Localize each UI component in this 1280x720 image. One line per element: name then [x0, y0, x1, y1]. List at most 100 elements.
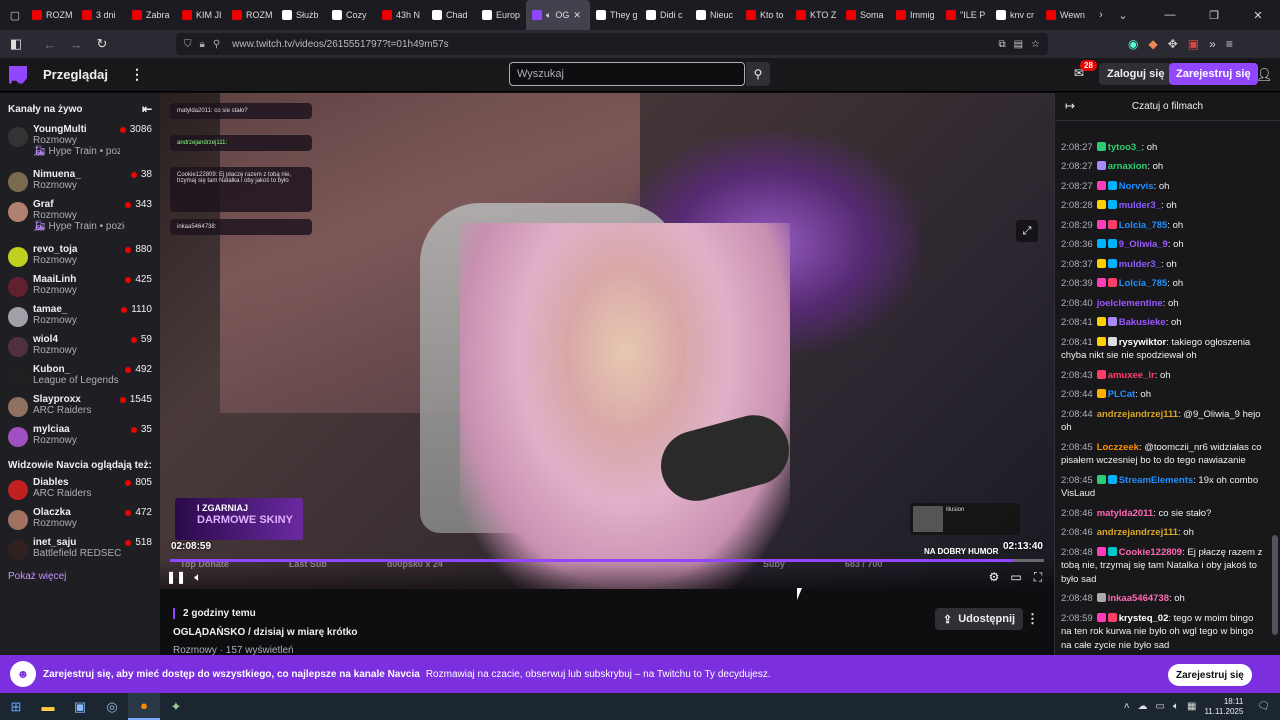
close-window-icon[interactable]: ✕ — [1236, 0, 1280, 30]
expand-chat-icon[interactable]: ↦ — [1065, 99, 1075, 113]
browser-tab[interactable]: 3 dni — [76, 0, 126, 30]
sidebar-channel[interactable]: wiol4 Rozmowy 59 — [0, 332, 160, 362]
chat-username[interactable]: 9_Oliwia_9 — [1119, 239, 1168, 250]
browser-tab[interactable]: "ILE P — [940, 0, 990, 30]
browser-tab[interactable]: Soma — [840, 0, 890, 30]
chat-badge-icon[interactable] — [1096, 389, 1106, 398]
chat-badge-icon[interactable] — [1107, 278, 1117, 287]
video-player[interactable]: matylda2011: co sie stało? andrzejandrze… — [160, 93, 1054, 589]
permissions-icon[interactable]: ⚲ — [213, 39, 220, 50]
minimize-icon[interactable]: — — [1148, 0, 1192, 30]
restore-icon[interactable]: ❐ — [1192, 0, 1236, 30]
address-bar[interactable]: ⛉ 🔒︎ ⚲ www.twitch.tv/videos/2615551797?t… — [176, 33, 1048, 55]
reload-icon[interactable]: ↻ — [90, 32, 114, 56]
chat-badge-icon[interactable] — [1096, 258, 1106, 268]
chat-badge-icon[interactable] — [1107, 612, 1117, 622]
browser-tab[interactable]: Służb — [276, 0, 326, 30]
browser-tab[interactable]: Kto to — [740, 0, 790, 30]
tab-list-icon[interactable]: ▢ — [4, 0, 26, 30]
sidebar-channel[interactable]: mylciaa Rozmowy 35 — [0, 422, 160, 452]
chat-badge-icon[interactable] — [1096, 369, 1106, 379]
chat-username[interactable]: tytoo3_ — [1108, 142, 1142, 153]
sidebar-toggle-icon[interactable]: ◧ — [4, 32, 28, 56]
sidebar-channel[interactable]: Nimuena_ Rozmowy 38 — [0, 167, 160, 197]
tray-overflow-icon[interactable]: ˄ — [1124, 701, 1130, 712]
chat-badge-icon[interactable] — [1096, 141, 1106, 151]
user-menu-icon[interactable]: 👤︎ — [1256, 67, 1273, 83]
chat-badge-icon[interactable] — [1096, 612, 1106, 622]
login-button[interactable]: Zaloguj się — [1099, 63, 1173, 85]
chat-badge-icon[interactable] — [1107, 546, 1117, 556]
browser-tab[interactable]: Zabra — [126, 0, 176, 30]
firefox-icon[interactable]: ● — [128, 693, 160, 720]
seek-bar[interactable] — [170, 559, 1044, 562]
forward-icon[interactable]: → — [64, 32, 88, 56]
tab-scroll-right-icon[interactable]: › — [1090, 0, 1112, 30]
browser-tab[interactable]: KTO Z — [790, 0, 840, 30]
volume-tray-icon[interactable]: 🔈︎ — [1173, 701, 1179, 712]
chat-badge-icon[interactable] — [1096, 317, 1106, 326]
chat-username[interactable]: StreamElements — [1119, 475, 1193, 486]
browser-tab[interactable]: They g — [590, 0, 640, 30]
overflow-menu-icon[interactable]: » — [1209, 37, 1216, 51]
browser-tab[interactable]: Wewn — [1040, 0, 1090, 30]
browser-tab[interactable]: KIM JI — [176, 0, 226, 30]
url-text[interactable]: www.twitch.tv/videos/2615551797?t=01h49m… — [232, 39, 449, 50]
chat-badge-icon[interactable] — [1096, 474, 1106, 484]
collapse-sidebar-icon[interactable]: ⇤ — [142, 102, 152, 116]
sidebar-channel[interactable]: YoungMultiRozmowy🚂︎ Hype Train • poziom … — [0, 122, 160, 167]
chat-badge-icon[interactable] — [1096, 546, 1106, 556]
settings-gear-icon[interactable]: ⚙ — [986, 569, 1002, 585]
tab-audio-icon[interactable]: 🔈︎ — [546, 10, 551, 21]
search-button[interactable]: ⚲ — [746, 62, 770, 86]
browser-tab[interactable]: Didi c — [640, 0, 690, 30]
sidebar-channel[interactable]: MaaiLinh Rozmowy 425 — [0, 272, 160, 302]
sidebar-channel[interactable]: revo_toja Rozmowy 880 — [0, 242, 160, 272]
fox-extension-icon[interactable]: ◆ — [1148, 37, 1157, 51]
chat-username[interactable]: andrzejandrzej111 — [1097, 527, 1178, 538]
chat-scrollbar-thumb[interactable] — [1272, 535, 1278, 635]
chat-scrollbar[interactable] — [1272, 125, 1278, 645]
chat-badge-icon[interactable] — [1096, 593, 1106, 602]
browser-tab[interactable]: 🔈︎ OG ✕ — [526, 0, 590, 30]
more-menu-icon[interactable]: ⋮ — [130, 66, 144, 83]
addon-extension-icon[interactable]: ▣ — [1188, 37, 1199, 51]
chat-username[interactable]: rysywiktor — [1119, 337, 1167, 348]
twitch-logo-icon[interactable] — [9, 65, 27, 84]
browser-tab[interactable]: Cozy — [326, 0, 376, 30]
chat-badge-icon[interactable] — [1107, 317, 1117, 326]
steam-icon[interactable]: ◎ — [96, 693, 128, 720]
browser-tab[interactable]: ROZM — [26, 0, 76, 30]
share-button[interactable]: ⇪ Udostępnij — [935, 608, 1024, 630]
bookmark-star-icon[interactable]: ☆ — [1031, 39, 1040, 50]
chat-username[interactable]: krysteq_02 — [1119, 613, 1169, 624]
sidebar-channel[interactable]: Diables ARC Raiders 805 — [0, 475, 160, 505]
volume-icon[interactable]: 🔈︎ — [190, 569, 206, 585]
pause-icon[interactable]: ❚❚ — [166, 569, 186, 585]
sidebar-channel[interactable]: GrafRozmowy🚂︎ Hype Train • poziom 1 343 — [0, 197, 160, 242]
chat-username[interactable]: amuxee_lr — [1108, 370, 1155, 381]
search-input[interactable]: Wyszukaj — [509, 62, 745, 86]
browser-tab[interactable]: Nieuc — [690, 0, 740, 30]
chat-badge-icon[interactable] — [1096, 161, 1106, 170]
banner-signup-button[interactable]: Zarejestruj się — [1168, 664, 1252, 686]
chat-username[interactable]: mulder3_ — [1119, 259, 1161, 270]
clock[interactable]: 18:11 11.11.2025 — [1204, 697, 1243, 717]
browser-tab[interactable]: ROZM — [226, 0, 276, 30]
signup-button[interactable]: Zarejestruj się — [1169, 63, 1258, 85]
network-icon[interactable]: ▭ — [1156, 701, 1165, 712]
cloud-icon[interactable]: ☁ — [1138, 701, 1148, 712]
chat-username[interactable]: Cookie122809 — [1119, 547, 1182, 558]
file-explorer-icon[interactable]: ▬ — [32, 693, 64, 720]
browser-tab[interactable]: Chad — [426, 0, 476, 30]
chat-badge-icon[interactable] — [1107, 258, 1117, 268]
sidebar-channel[interactable]: inet_saju Battlefield REDSEC 518 — [0, 535, 160, 565]
picture-in-picture-icon[interactable]: ⧉ — [998, 39, 1005, 50]
sidebar-channel[interactable]: tamae_ Rozmowy 1110 — [0, 302, 160, 332]
chat-username[interactable]: Lolcia_785 — [1119, 278, 1168, 289]
hamburger-menu-icon[interactable]: ≡ — [1226, 37, 1233, 51]
back-icon[interactable]: ← — [38, 32, 62, 56]
sidebar-channel[interactable]: Kubon_ League of Legends 492 — [0, 362, 160, 392]
browser-tab[interactable]: 43h N — [376, 0, 426, 30]
extensions-icon[interactable]: ✥ — [1168, 37, 1178, 51]
